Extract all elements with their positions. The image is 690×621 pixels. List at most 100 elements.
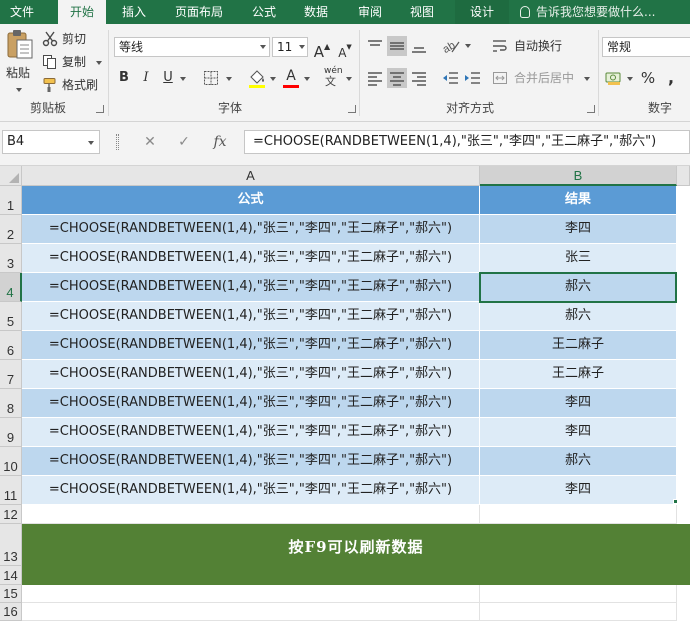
result-cell[interactable]: 郝六 bbox=[480, 273, 677, 302]
orientation-dropdown-icon[interactable] bbox=[465, 44, 471, 48]
result-cell[interactable]: 王二麻子 bbox=[480, 331, 677, 360]
font-size-dropdown-icon[interactable] bbox=[299, 45, 305, 49]
formula-cell[interactable]: =CHOOSE(RANDBETWEEN(1,4),"张三","李四","王二麻子… bbox=[22, 476, 480, 505]
cancel-icon[interactable]: ✕ bbox=[140, 132, 160, 152]
formula-cell[interactable]: =CHOOSE(RANDBETWEEN(1,4),"张三","李四","王二麻子… bbox=[22, 360, 480, 389]
row-header-11[interactable]: 11 bbox=[0, 476, 22, 505]
merge-center-button[interactable]: 合并后居中 bbox=[492, 68, 582, 88]
row-header-6[interactable]: 6 bbox=[0, 331, 22, 360]
copy-dropdown-icon[interactable] bbox=[96, 61, 102, 65]
column-header-c[interactable] bbox=[677, 166, 690, 186]
tab-page-layout[interactable]: 页面布局 bbox=[166, 0, 232, 24]
row-header-15[interactable]: 15 bbox=[0, 585, 22, 603]
increase-indent-button[interactable] bbox=[462, 68, 482, 88]
row-header-4[interactable]: 4 bbox=[0, 273, 22, 302]
result-cell[interactable]: 郝六 bbox=[480, 447, 677, 476]
row-header-16[interactable]: 16 bbox=[0, 603, 22, 621]
number-format-select[interactable]: 常规 bbox=[602, 37, 690, 57]
row-header-9[interactable]: 9 bbox=[0, 418, 22, 447]
alignment-launcher-icon[interactable] bbox=[587, 105, 595, 113]
copy-button[interactable]: 复制 bbox=[42, 53, 106, 71]
tab-data[interactable]: 数据 bbox=[296, 0, 336, 24]
orientation-button[interactable]: ab bbox=[440, 36, 462, 56]
fill-handle[interactable] bbox=[673, 499, 678, 504]
tab-design[interactable]: 设计 bbox=[455, 0, 509, 24]
tab-insert[interactable]: 插入 bbox=[112, 0, 156, 24]
empty-cell[interactable] bbox=[480, 585, 677, 603]
align-bottom-button[interactable] bbox=[409, 36, 429, 56]
name-box-dropdown-icon[interactable] bbox=[88, 141, 94, 145]
tell-me-search[interactable]: 告诉我您想要做什么... bbox=[520, 0, 655, 24]
row-header-1[interactable]: 1 bbox=[0, 186, 22, 215]
insert-function-icon[interactable]: fx bbox=[210, 132, 230, 152]
shrink-font-button[interactable]: A▼ bbox=[336, 37, 354, 63]
grow-font-button[interactable]: A▲ bbox=[312, 37, 332, 62]
phonetic-button[interactable]: wén 文 bbox=[322, 66, 344, 88]
result-cell[interactable]: 王二麻子 bbox=[480, 360, 677, 389]
formula-cell[interactable]: =CHOOSE(RANDBETWEEN(1,4),"张三","李四","王二麻子… bbox=[22, 418, 480, 447]
borders-dropdown-icon[interactable] bbox=[226, 77, 232, 81]
formula-cell[interactable]: =CHOOSE(RANDBETWEEN(1,4),"张三","李四","王二麻子… bbox=[22, 302, 480, 331]
name-box[interactable]: B4 bbox=[2, 130, 100, 154]
format-painter-button[interactable]: 格式刷 bbox=[42, 76, 106, 94]
wrap-text-button[interactable]: 自动换行 bbox=[492, 36, 572, 56]
header-cell-formula[interactable]: 公式 bbox=[22, 186, 480, 215]
formula-cell[interactable]: =CHOOSE(RANDBETWEEN(1,4),"张三","李四","王二麻子… bbox=[22, 331, 480, 360]
column-header-b[interactable]: B bbox=[480, 166, 677, 186]
font-launcher-icon[interactable] bbox=[348, 105, 356, 113]
accounting-dropdown-icon[interactable] bbox=[627, 77, 633, 81]
tab-file[interactable]: 文件 bbox=[0, 0, 44, 24]
resize-handle-icon[interactable] bbox=[116, 134, 119, 150]
result-cell[interactable]: 李四 bbox=[480, 476, 677, 505]
underline-dropdown-icon[interactable] bbox=[180, 77, 186, 81]
empty-cell[interactable] bbox=[22, 585, 480, 603]
underline-button[interactable]: U bbox=[160, 68, 176, 88]
percent-button[interactable]: % bbox=[640, 68, 656, 88]
empty-cell[interactable] bbox=[22, 603, 480, 621]
font-color-dropdown-icon[interactable] bbox=[304, 77, 310, 81]
row-header-7[interactable]: 7 bbox=[0, 360, 22, 389]
paste-button[interactable]: 粘贴 bbox=[4, 28, 36, 82]
formula-input[interactable]: =CHOOSE(RANDBETWEEN(1,4),"张三","李四","王二麻子… bbox=[244, 130, 690, 154]
formula-cell[interactable]: =CHOOSE(RANDBETWEEN(1,4),"张三","李四","王二麻子… bbox=[22, 273, 480, 302]
column-header-a[interactable]: A bbox=[22, 166, 480, 186]
italic-button[interactable]: I bbox=[138, 68, 154, 88]
result-cell[interactable]: 张三 bbox=[480, 244, 677, 273]
empty-cell[interactable] bbox=[480, 603, 677, 621]
font-color-button[interactable]: A bbox=[283, 68, 299, 88]
empty-cell[interactable] bbox=[22, 505, 480, 524]
select-all-corner[interactable] bbox=[0, 166, 22, 186]
decrease-indent-button[interactable] bbox=[440, 68, 460, 88]
refresh-note-banner[interactable]: 按F9可以刷新数据 bbox=[22, 524, 690, 585]
formula-cell[interactable]: =CHOOSE(RANDBETWEEN(1,4),"张三","李四","王二麻子… bbox=[22, 389, 480, 418]
result-cell[interactable]: 郝六 bbox=[480, 302, 677, 331]
align-middle-button[interactable] bbox=[387, 36, 407, 56]
result-cell[interactable]: 李四 bbox=[480, 215, 677, 244]
tab-view[interactable]: 视图 bbox=[402, 0, 442, 24]
fill-color-dropdown-icon[interactable] bbox=[270, 77, 276, 81]
phonetic-dropdown-icon[interactable] bbox=[346, 77, 352, 81]
bold-button[interactable]: B bbox=[116, 68, 132, 88]
row-header-3[interactable]: 3 bbox=[0, 244, 22, 273]
cut-button[interactable]: 剪切 bbox=[42, 30, 106, 48]
align-left-button[interactable] bbox=[365, 68, 385, 88]
row-header-10[interactable]: 10 bbox=[0, 447, 22, 476]
borders-button[interactable] bbox=[203, 70, 219, 86]
formula-cell[interactable]: =CHOOSE(RANDBETWEEN(1,4),"张三","李四","王二麻子… bbox=[22, 447, 480, 476]
result-cell[interactable]: 李四 bbox=[480, 418, 677, 447]
tab-home[interactable]: 开始 bbox=[58, 0, 106, 24]
formula-cell[interactable]: =CHOOSE(RANDBETWEEN(1,4),"张三","李四","王二麻子… bbox=[22, 215, 480, 244]
align-center-button[interactable] bbox=[387, 68, 407, 88]
tab-formulas[interactable]: 公式 bbox=[244, 0, 284, 24]
align-right-button[interactable] bbox=[409, 68, 429, 88]
merge-center-dropdown-icon[interactable] bbox=[584, 77, 590, 81]
row-header-13[interactable]: 13 bbox=[0, 524, 22, 566]
tab-review[interactable]: 审阅 bbox=[350, 0, 390, 24]
formula-cell[interactable]: =CHOOSE(RANDBETWEEN(1,4),"张三","李四","王二麻子… bbox=[22, 244, 480, 273]
row-header-2[interactable]: 2 bbox=[0, 215, 22, 244]
paste-dropdown-icon[interactable] bbox=[16, 88, 22, 92]
row-header-12[interactable]: 12 bbox=[0, 505, 22, 524]
empty-cell[interactable] bbox=[480, 505, 677, 524]
font-name-dropdown-icon[interactable] bbox=[260, 45, 266, 49]
result-cell[interactable]: 李四 bbox=[480, 389, 677, 418]
